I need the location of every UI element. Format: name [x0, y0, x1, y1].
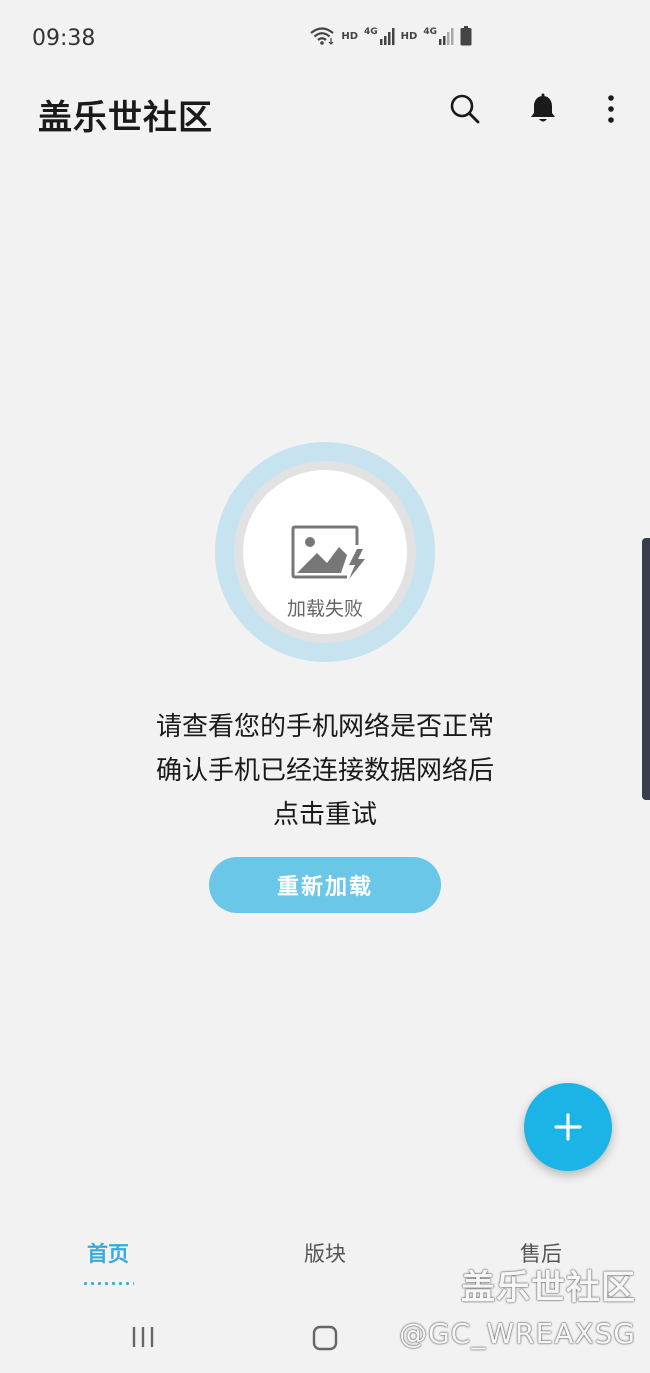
app-bar: 盖乐世社区	[0, 80, 650, 140]
app-title: 盖乐世社区	[38, 98, 213, 138]
edge-panel-handle[interactable]	[642, 538, 650, 800]
tab-after-sales[interactable]: 售后	[481, 1238, 601, 1268]
error-message: 请查看您的手机网络是否正常 确认手机已经连接数据网络后 点击重试	[0, 705, 650, 837]
wifi-icon	[309, 26, 335, 46]
create-post-button[interactable]	[524, 1083, 612, 1171]
battery-icon	[460, 26, 472, 46]
hd-label: HD	[400, 30, 418, 42]
signal-icon: 4G	[364, 27, 395, 45]
broken-image-icon	[291, 525, 365, 579]
more-vert-icon	[608, 95, 614, 123]
message-line: 点击重试	[272, 800, 377, 830]
plus-icon	[554, 1113, 582, 1141]
status-time: 09:38	[32, 26, 96, 51]
error-graphic: 加载失败	[215, 442, 435, 662]
hd-label: HD	[341, 30, 359, 42]
search-icon	[450, 94, 480, 124]
error-caption: 加载失败	[286, 598, 363, 620]
tab-home[interactable]: 首页	[48, 1238, 168, 1285]
status-icons: HD 4G HD 4G	[309, 26, 472, 46]
tab-label: 版块	[304, 1242, 346, 1266]
tab-label: 首页	[87, 1241, 129, 1266]
message-line: 请查看您的手机网络是否正常	[155, 712, 494, 742]
tab-forums[interactable]: 版块	[265, 1238, 385, 1268]
watermark-title: 盖乐世社区	[461, 1268, 636, 1308]
tab-label: 售后	[520, 1242, 562, 1266]
home-icon	[312, 1325, 338, 1351]
more-button[interactable]	[604, 90, 618, 128]
network-type-label: 4G	[423, 27, 437, 37]
active-indicator	[82, 1282, 134, 1285]
recent-apps-icon	[132, 1327, 154, 1347]
notifications-button[interactable]	[526, 90, 560, 128]
watermark-handle: @GC_WREAXSG	[399, 1317, 636, 1350]
search-button[interactable]	[448, 90, 482, 128]
bell-icon	[531, 93, 555, 122]
network-type-label: 4G	[364, 27, 378, 37]
error-circle: 加载失败	[243, 470, 407, 634]
recent-apps-button[interactable]	[130, 1324, 156, 1354]
signal-icon: 4G	[423, 27, 454, 45]
reload-button[interactable]: 重新加载	[209, 857, 441, 913]
status-bar: 09:38 HD 4G HD 4G	[0, 0, 650, 80]
error-ring: 加载失败	[234, 461, 416, 643]
message-line: 确认手机已经连接数据网络后	[155, 756, 494, 786]
watermark: 盖乐世社区 @GC_WREAXSG	[399, 1268, 636, 1354]
app-actions	[448, 90, 618, 128]
home-button[interactable]	[311, 1324, 339, 1356]
